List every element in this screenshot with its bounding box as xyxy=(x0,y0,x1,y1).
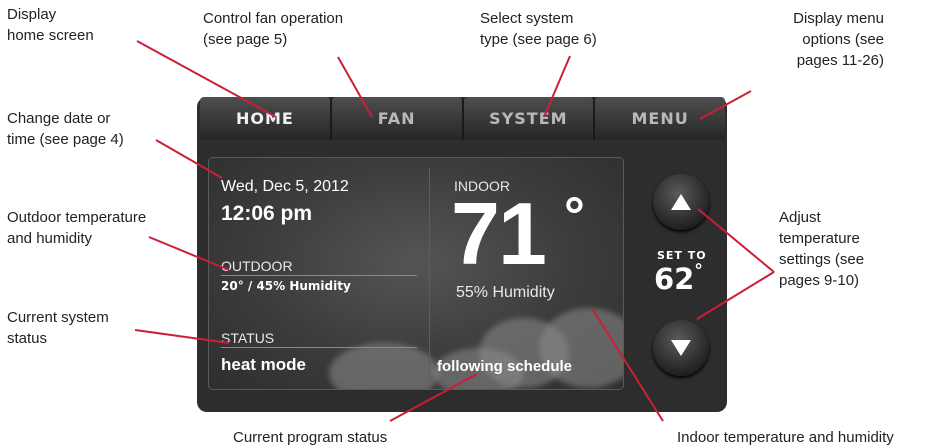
callout-status: Current system status xyxy=(7,309,109,347)
up-arrow-icon xyxy=(671,194,691,210)
indoor-humidity: 55% Humidity xyxy=(456,284,555,301)
schedule-status[interactable]: following schedule xyxy=(437,358,572,375)
increase-temperature-button[interactable] xyxy=(653,174,709,230)
outdoor-divider xyxy=(221,275,417,276)
down-arrow-icon xyxy=(671,340,691,356)
callout-home: Display home screen xyxy=(7,6,94,44)
callout-menu: Display menu options (see pages 11-26) xyxy=(793,10,884,69)
status-divider xyxy=(221,347,417,348)
setpoint-value: 62 xyxy=(654,262,695,296)
callout-fan: Control fan operation (see page 5) xyxy=(203,10,344,48)
time-label[interactable]: 12:06 pm xyxy=(221,202,312,226)
outdoor-label: OUTDOOR xyxy=(221,258,293,274)
status-value: heat mode xyxy=(221,355,307,374)
callout-indoor: Indoor temperature and humidity xyxy=(677,429,894,446)
callout-outdoor: Outdoor temperature and humidity xyxy=(7,209,147,247)
setpoint-degree: ° xyxy=(695,260,703,280)
tab-fan[interactable]: FAN xyxy=(331,97,464,140)
indoor-temperature: 71 xyxy=(451,184,547,283)
tab-system[interactable]: SYSTEM xyxy=(463,97,596,140)
indoor-degree: ° xyxy=(564,187,585,245)
display-screen: Wed, Dec 5, 2012 12:06 pm OUTDOOR 20° / … xyxy=(208,157,624,390)
callout-program: Current program status xyxy=(233,429,388,446)
status-label: STATUS xyxy=(221,330,275,346)
tab-bar: HOME FAN SYSTEM MENU xyxy=(200,97,725,140)
tab-home[interactable]: HOME xyxy=(200,97,332,140)
callout-date-time: Change date or time (see page 4) xyxy=(7,110,124,148)
outdoor-value: 20° / 45% Humidity xyxy=(221,279,351,293)
callout-system: Select system type (see page 6) xyxy=(480,10,597,48)
callout-adjust: Adjust temperature settings (see pages 9… xyxy=(779,209,865,289)
cloud-graphic xyxy=(329,343,439,389)
date-label[interactable]: Wed, Dec 5, 2012 xyxy=(221,178,349,196)
decrease-temperature-button[interactable] xyxy=(653,320,709,376)
screen-divider xyxy=(429,168,430,381)
tab-menu[interactable]: MENU xyxy=(595,97,725,140)
